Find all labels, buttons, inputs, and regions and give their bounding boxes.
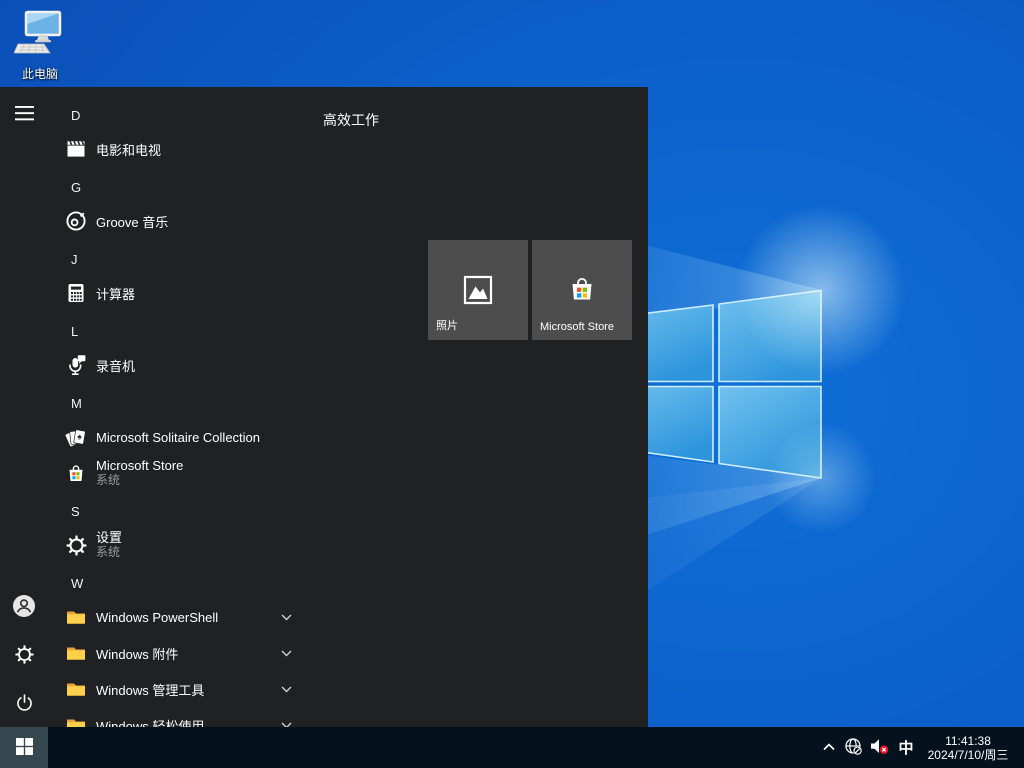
letter-label: J bbox=[71, 252, 78, 267]
hidden-icons-chevron bbox=[822, 740, 836, 755]
letter-header-w[interactable]: W bbox=[48, 574, 304, 592]
app-item-groove[interactable]: Groove 音乐 bbox=[48, 204, 304, 238]
folder-icon bbox=[64, 677, 88, 701]
ime-indicator[interactable]: 中 bbox=[893, 727, 919, 768]
network-status-button[interactable] bbox=[840, 727, 866, 768]
tile-microsoft-store[interactable]: Microsoft Store bbox=[532, 240, 632, 340]
letter-header-m[interactable]: M bbox=[48, 394, 304, 412]
app-label: 计算器 bbox=[96, 284, 135, 303]
groove-music-icon bbox=[64, 209, 88, 233]
app-sublabel: 系统 bbox=[96, 473, 183, 488]
letter-label: G bbox=[71, 180, 81, 195]
settings-gear-icon bbox=[14, 644, 35, 668]
folder-label: Windows 附件 bbox=[96, 644, 178, 663]
app-label: Microsoft Store bbox=[96, 458, 183, 473]
app-label: Groove 音乐 bbox=[96, 212, 168, 231]
clock-time: 11:41:38 bbox=[919, 734, 1017, 748]
chevron-down-icon bbox=[281, 614, 292, 621]
app-label: Microsoft Solitaire Collection bbox=[96, 430, 260, 445]
voice-recorder-icon bbox=[64, 353, 88, 377]
folder-item-admin-tools[interactable]: Windows 管理工具 bbox=[48, 672, 304, 706]
letter-label: S bbox=[71, 504, 80, 519]
tile-group-header[interactable]: 高效工作 bbox=[323, 110, 379, 130]
this-pc-icon bbox=[14, 45, 66, 62]
app-item-microsoft-store[interactable]: Microsoft Store 系统 bbox=[48, 453, 304, 493]
app-label: 录音机 bbox=[96, 356, 135, 375]
folder-label: Windows PowerShell bbox=[96, 610, 218, 625]
settings-gear-icon bbox=[64, 533, 88, 557]
desktop-icon-label: 此电脑 bbox=[8, 65, 72, 82]
letter-header-s[interactable]: S bbox=[48, 502, 304, 520]
letter-label: L bbox=[71, 324, 78, 339]
store-icon bbox=[64, 461, 88, 485]
letter-header-l[interactable]: L bbox=[48, 322, 304, 340]
app-item-calculator[interactable]: 计算器 bbox=[48, 276, 304, 310]
chevron-down-icon bbox=[281, 650, 292, 657]
user-account-button[interactable] bbox=[0, 583, 48, 631]
folder-icon bbox=[64, 641, 88, 665]
app-item-settings[interactable]: 设置 系统 bbox=[48, 525, 304, 565]
taskbar-clock[interactable]: 11:41:38 2024/7/10/周三 bbox=[919, 734, 1017, 762]
letter-label: W bbox=[71, 576, 83, 591]
tile-photos[interactable]: 照片 bbox=[428, 240, 528, 340]
letter-header-d[interactable]: D bbox=[48, 106, 304, 124]
photos-icon bbox=[461, 273, 495, 312]
network-globe-icon bbox=[844, 737, 863, 759]
volume-button[interactable] bbox=[866, 727, 893, 768]
folder-label: Windows 管理工具 bbox=[96, 680, 204, 699]
letter-label: D bbox=[71, 108, 80, 123]
volume-muted-icon bbox=[870, 738, 889, 758]
tile-label: 照片 bbox=[436, 317, 458, 333]
user-account-icon bbox=[12, 594, 36, 621]
system-tray: 中 11:41:38 2024/7/10/周三 bbox=[818, 727, 1024, 768]
calculator-icon bbox=[64, 281, 88, 305]
power-icon bbox=[14, 692, 35, 716]
app-label: 设置 bbox=[96, 530, 122, 545]
app-item-movies-tv[interactable]: 电影和电视 bbox=[48, 132, 304, 166]
folder-item-ease-of-access[interactable]: Windows 轻松使用 bbox=[48, 708, 304, 727]
start-button[interactable] bbox=[0, 727, 48, 768]
solitaire-icon: ♠ bbox=[64, 425, 88, 449]
power-button[interactable] bbox=[0, 680, 48, 727]
show-hidden-icons-button[interactable] bbox=[818, 727, 840, 768]
chevron-down-icon bbox=[281, 686, 292, 693]
app-sublabel: 系统 bbox=[96, 545, 122, 560]
taskbar: 中 11:41:38 2024/7/10/周三 bbox=[0, 727, 1024, 768]
start-menu: D 电影和电视 G Groove 音乐 J bbox=[0, 87, 648, 727]
letter-header-g[interactable]: G bbox=[48, 178, 304, 196]
letter-header-j[interactable]: J bbox=[48, 250, 304, 268]
expand-menu-button[interactable] bbox=[0, 91, 48, 139]
store-icon bbox=[566, 273, 598, 310]
rail-settings-button[interactable] bbox=[0, 632, 48, 680]
folder-icon bbox=[64, 713, 88, 727]
letter-label: M bbox=[71, 396, 82, 411]
app-item-voice-recorder[interactable]: 录音机 bbox=[48, 348, 304, 382]
desktop-icon-this-pc[interactable]: 此电脑 bbox=[8, 10, 72, 82]
hamburger-menu-icon bbox=[15, 106, 34, 124]
folder-icon bbox=[64, 605, 88, 629]
tile-label: Microsoft Store bbox=[540, 321, 614, 333]
folder-item-accessories[interactable]: Windows 附件 bbox=[48, 636, 304, 670]
start-windows-icon bbox=[16, 738, 33, 758]
movies-tv-icon bbox=[64, 137, 88, 161]
start-menu-rail bbox=[0, 87, 48, 727]
folder-label: Windows 轻松使用 bbox=[96, 716, 204, 728]
folder-item-powershell[interactable]: Windows PowerShell bbox=[48, 600, 304, 634]
clock-date: 2024/7/10/周三 bbox=[919, 748, 1017, 762]
app-label: 电影和电视 bbox=[96, 140, 161, 159]
app-item-solitaire[interactable]: ♠ Microsoft Solitaire Collection bbox=[48, 420, 304, 454]
